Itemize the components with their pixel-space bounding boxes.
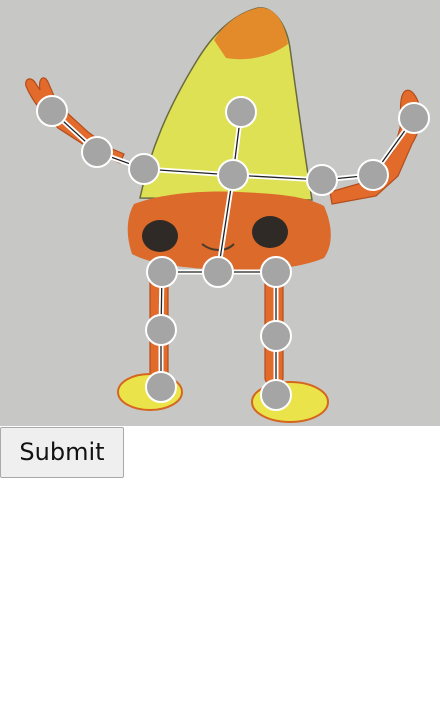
joint-right-shoulder-handle[interactable] <box>306 164 338 196</box>
joint-left-hand-handle[interactable] <box>36 95 68 127</box>
joint-right-knee-handle[interactable] <box>260 320 292 352</box>
pose-editor: Submit <box>0 0 440 720</box>
joint-left-foot-handle[interactable] <box>145 371 177 403</box>
joint-right-foot-handle[interactable] <box>260 379 292 411</box>
joint-neck-handle[interactable] <box>217 159 249 191</box>
joint-left-shoulder-handle[interactable] <box>128 153 160 185</box>
joint-left-hip-handle[interactable] <box>146 256 178 288</box>
submit-button[interactable]: Submit <box>0 427 124 478</box>
joint-head-handle[interactable] <box>225 96 257 128</box>
joint-left-knee-handle[interactable] <box>145 314 177 346</box>
joint-right-hip-handle[interactable] <box>260 256 292 288</box>
joint-hip-handle[interactable] <box>202 256 234 288</box>
joint-right-elbow-handle[interactable] <box>357 159 389 191</box>
character-drawing <box>0 0 440 426</box>
drawing-canvas[interactable] <box>0 0 440 426</box>
right-eye-drawing <box>252 216 288 248</box>
left-eye-drawing <box>142 220 178 252</box>
joint-left-elbow-handle[interactable] <box>81 136 113 168</box>
joint-right-hand-handle[interactable] <box>398 102 430 134</box>
